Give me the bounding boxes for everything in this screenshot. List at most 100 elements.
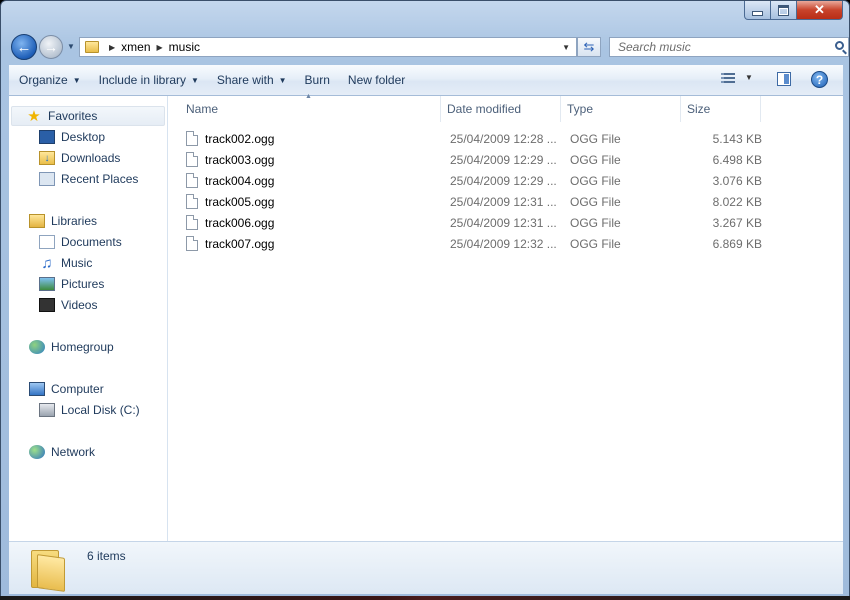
address-row: ← → ▼ ▶ xmen ▶ music ▼ ⇆ <box>11 34 849 60</box>
navigation-pane: ★ Favorites Desktop ↓ Downloads Recent Pla… <box>9 96 168 541</box>
maximize-icon <box>778 4 789 16</box>
file-icon <box>186 215 198 230</box>
crumb-separator-icon[interactable]: ▶ <box>157 43 163 52</box>
file-size: 6.498 KB <box>712 152 762 167</box>
table-row[interactable]: track007.ogg 25/04/2009 12:32 ... OGG Fi… <box>186 233 826 254</box>
preview-pane-icon[interactable] <box>777 72 791 86</box>
file-icon <box>186 173 198 188</box>
address-history-dropdown[interactable]: ▼ <box>562 43 570 52</box>
details-pane: 6 items <box>9 541 843 594</box>
file-name: track002.ogg <box>205 131 275 146</box>
new-folder-button[interactable]: New folder <box>338 69 413 91</box>
libraries-icon <box>29 214 45 228</box>
burn-button[interactable]: Burn <box>295 69 338 91</box>
chevron-down-icon: ▼ <box>278 75 287 85</box>
file-icon <box>186 236 198 251</box>
address-bar[interactable]: ▶ xmen ▶ music ▼ <box>79 37 577 57</box>
file-date: 25/04/2009 12:28 ... <box>450 131 557 146</box>
pictures-icon <box>39 277 55 291</box>
nav-local-disk[interactable]: Local Disk (C:) <box>39 400 140 420</box>
table-row[interactable]: track006.ogg 25/04/2009 12:31 ... OGG Fi… <box>186 212 826 233</box>
nav-downloads[interactable]: ↓ Downloads <box>39 148 120 168</box>
star-icon: ★ <box>27 108 41 125</box>
organize-label: Organize <box>19 73 68 87</box>
caption-buttons: ✕ <box>744 1 843 21</box>
file-icon <box>186 194 198 209</box>
computer-icon <box>29 382 45 396</box>
crumb-separator-icon[interactable]: ▶ <box>109 43 115 52</box>
nav-network[interactable]: Network <box>29 442 95 462</box>
search-input[interactable] <box>616 39 820 55</box>
new-folder-label: New folder <box>347 73 406 87</box>
nav-desktop[interactable]: Desktop <box>39 127 105 147</box>
column-header-date-modified[interactable]: Date modified <box>441 96 561 122</box>
forward-button[interactable]: → <box>39 35 63 59</box>
nav-documents[interactable]: Documents <box>39 232 122 252</box>
nav-recent-places[interactable]: Recent Places <box>39 169 138 189</box>
desktop-icon <box>39 130 55 144</box>
column-header-name-label: Name <box>186 102 219 116</box>
refresh-button[interactable]: ⇆ <box>577 37 601 57</box>
minimize-button[interactable] <box>744 1 771 20</box>
nav-documents-label: Documents <box>61 235 122 249</box>
file-size: 6.869 KB <box>712 236 762 251</box>
refresh-icon: ⇆ <box>583 39 595 54</box>
file-size: 3.267 KB <box>712 215 762 230</box>
sort-ascending-icon: ▲ <box>305 93 312 100</box>
table-row[interactable]: track003.ogg 25/04/2009 12:29 ... OGG Fi… <box>186 149 826 170</box>
nav-local-disk-label: Local Disk (C:) <box>61 403 140 417</box>
chevron-down-icon: ▼ <box>72 75 81 85</box>
arrow-right-icon: → <box>44 39 58 55</box>
organize-button[interactable]: Organize ▼ <box>9 69 89 91</box>
nav-desktop-label: Desktop <box>61 130 106 144</box>
column-header-size[interactable]: Size <box>681 96 761 122</box>
help-icon: ? <box>815 72 824 87</box>
include-in-library-button[interactable]: Include in library ▼ <box>89 69 207 91</box>
search-icon[interactable] <box>835 41 844 50</box>
nav-pictures-label: Pictures <box>61 277 105 291</box>
table-row[interactable]: track002.ogg 25/04/2009 12:28 ... OGG Fi… <box>186 128 826 149</box>
taskbar-edge <box>0 596 850 600</box>
back-button[interactable]: ← <box>11 34 37 60</box>
table-row[interactable]: track005.ogg 25/04/2009 12:31 ... OGG Fi… <box>186 191 826 212</box>
file-size: 5.143 KB <box>712 131 762 146</box>
recent-pages-dropdown[interactable]: ▼ <box>67 42 75 51</box>
nav-favorites[interactable]: ★ Favorites <box>11 106 165 126</box>
view-options-dropdown[interactable]: ▼ <box>745 73 753 82</box>
search-box <box>609 37 849 57</box>
column-header-type-label: Type <box>567 102 594 116</box>
burn-label: Burn <box>304 73 330 87</box>
arrow-left-icon: ← <box>16 38 32 56</box>
nav-computer[interactable]: Computer <box>29 379 104 399</box>
maximize-button[interactable] <box>771 1 797 20</box>
share-with-button[interactable]: Share with ▼ <box>207 69 295 91</box>
file-name: track004.ogg <box>205 173 275 188</box>
nav-videos[interactable]: Videos <box>39 295 97 315</box>
item-count: 6 items <box>87 549 126 563</box>
file-icon <box>186 152 198 167</box>
documents-icon <box>39 235 55 249</box>
breadcrumb-xmen[interactable]: xmen <box>121 40 150 54</box>
minimize-icon <box>752 10 763 16</box>
column-header-date-label: Date modified <box>447 102 522 116</box>
column-header-type[interactable]: Type <box>561 96 681 122</box>
nav-homegroup-label: Homegroup <box>51 340 114 354</box>
file-list: Name ▲ Date modified Type Size track002.… <box>168 93 843 541</box>
file-name: track006.ogg <box>205 215 275 230</box>
breadcrumb-music[interactable]: music <box>169 40 200 54</box>
nav-homegroup[interactable]: Homegroup <box>29 337 114 357</box>
file-type: OGG File <box>570 236 621 251</box>
network-icon <box>29 445 45 459</box>
nav-music[interactable]: ♫ Music <box>39 253 92 273</box>
nav-pictures[interactable]: Pictures <box>39 274 104 294</box>
chevron-down-icon: ▼ <box>67 42 75 51</box>
videos-icon <box>39 298 55 312</box>
change-view-icon[interactable] <box>721 73 735 85</box>
file-type: OGG File <box>570 215 621 230</box>
nav-libraries[interactable]: Libraries <box>29 211 97 231</box>
column-header-name[interactable]: Name ▲ <box>168 93 441 122</box>
help-button[interactable]: ? <box>811 71 828 88</box>
column-header-size-label: Size <box>687 102 711 116</box>
table-row[interactable]: track004.ogg 25/04/2009 12:29 ... OGG Fi… <box>186 170 826 191</box>
close-button[interactable]: ✕ <box>797 1 843 20</box>
